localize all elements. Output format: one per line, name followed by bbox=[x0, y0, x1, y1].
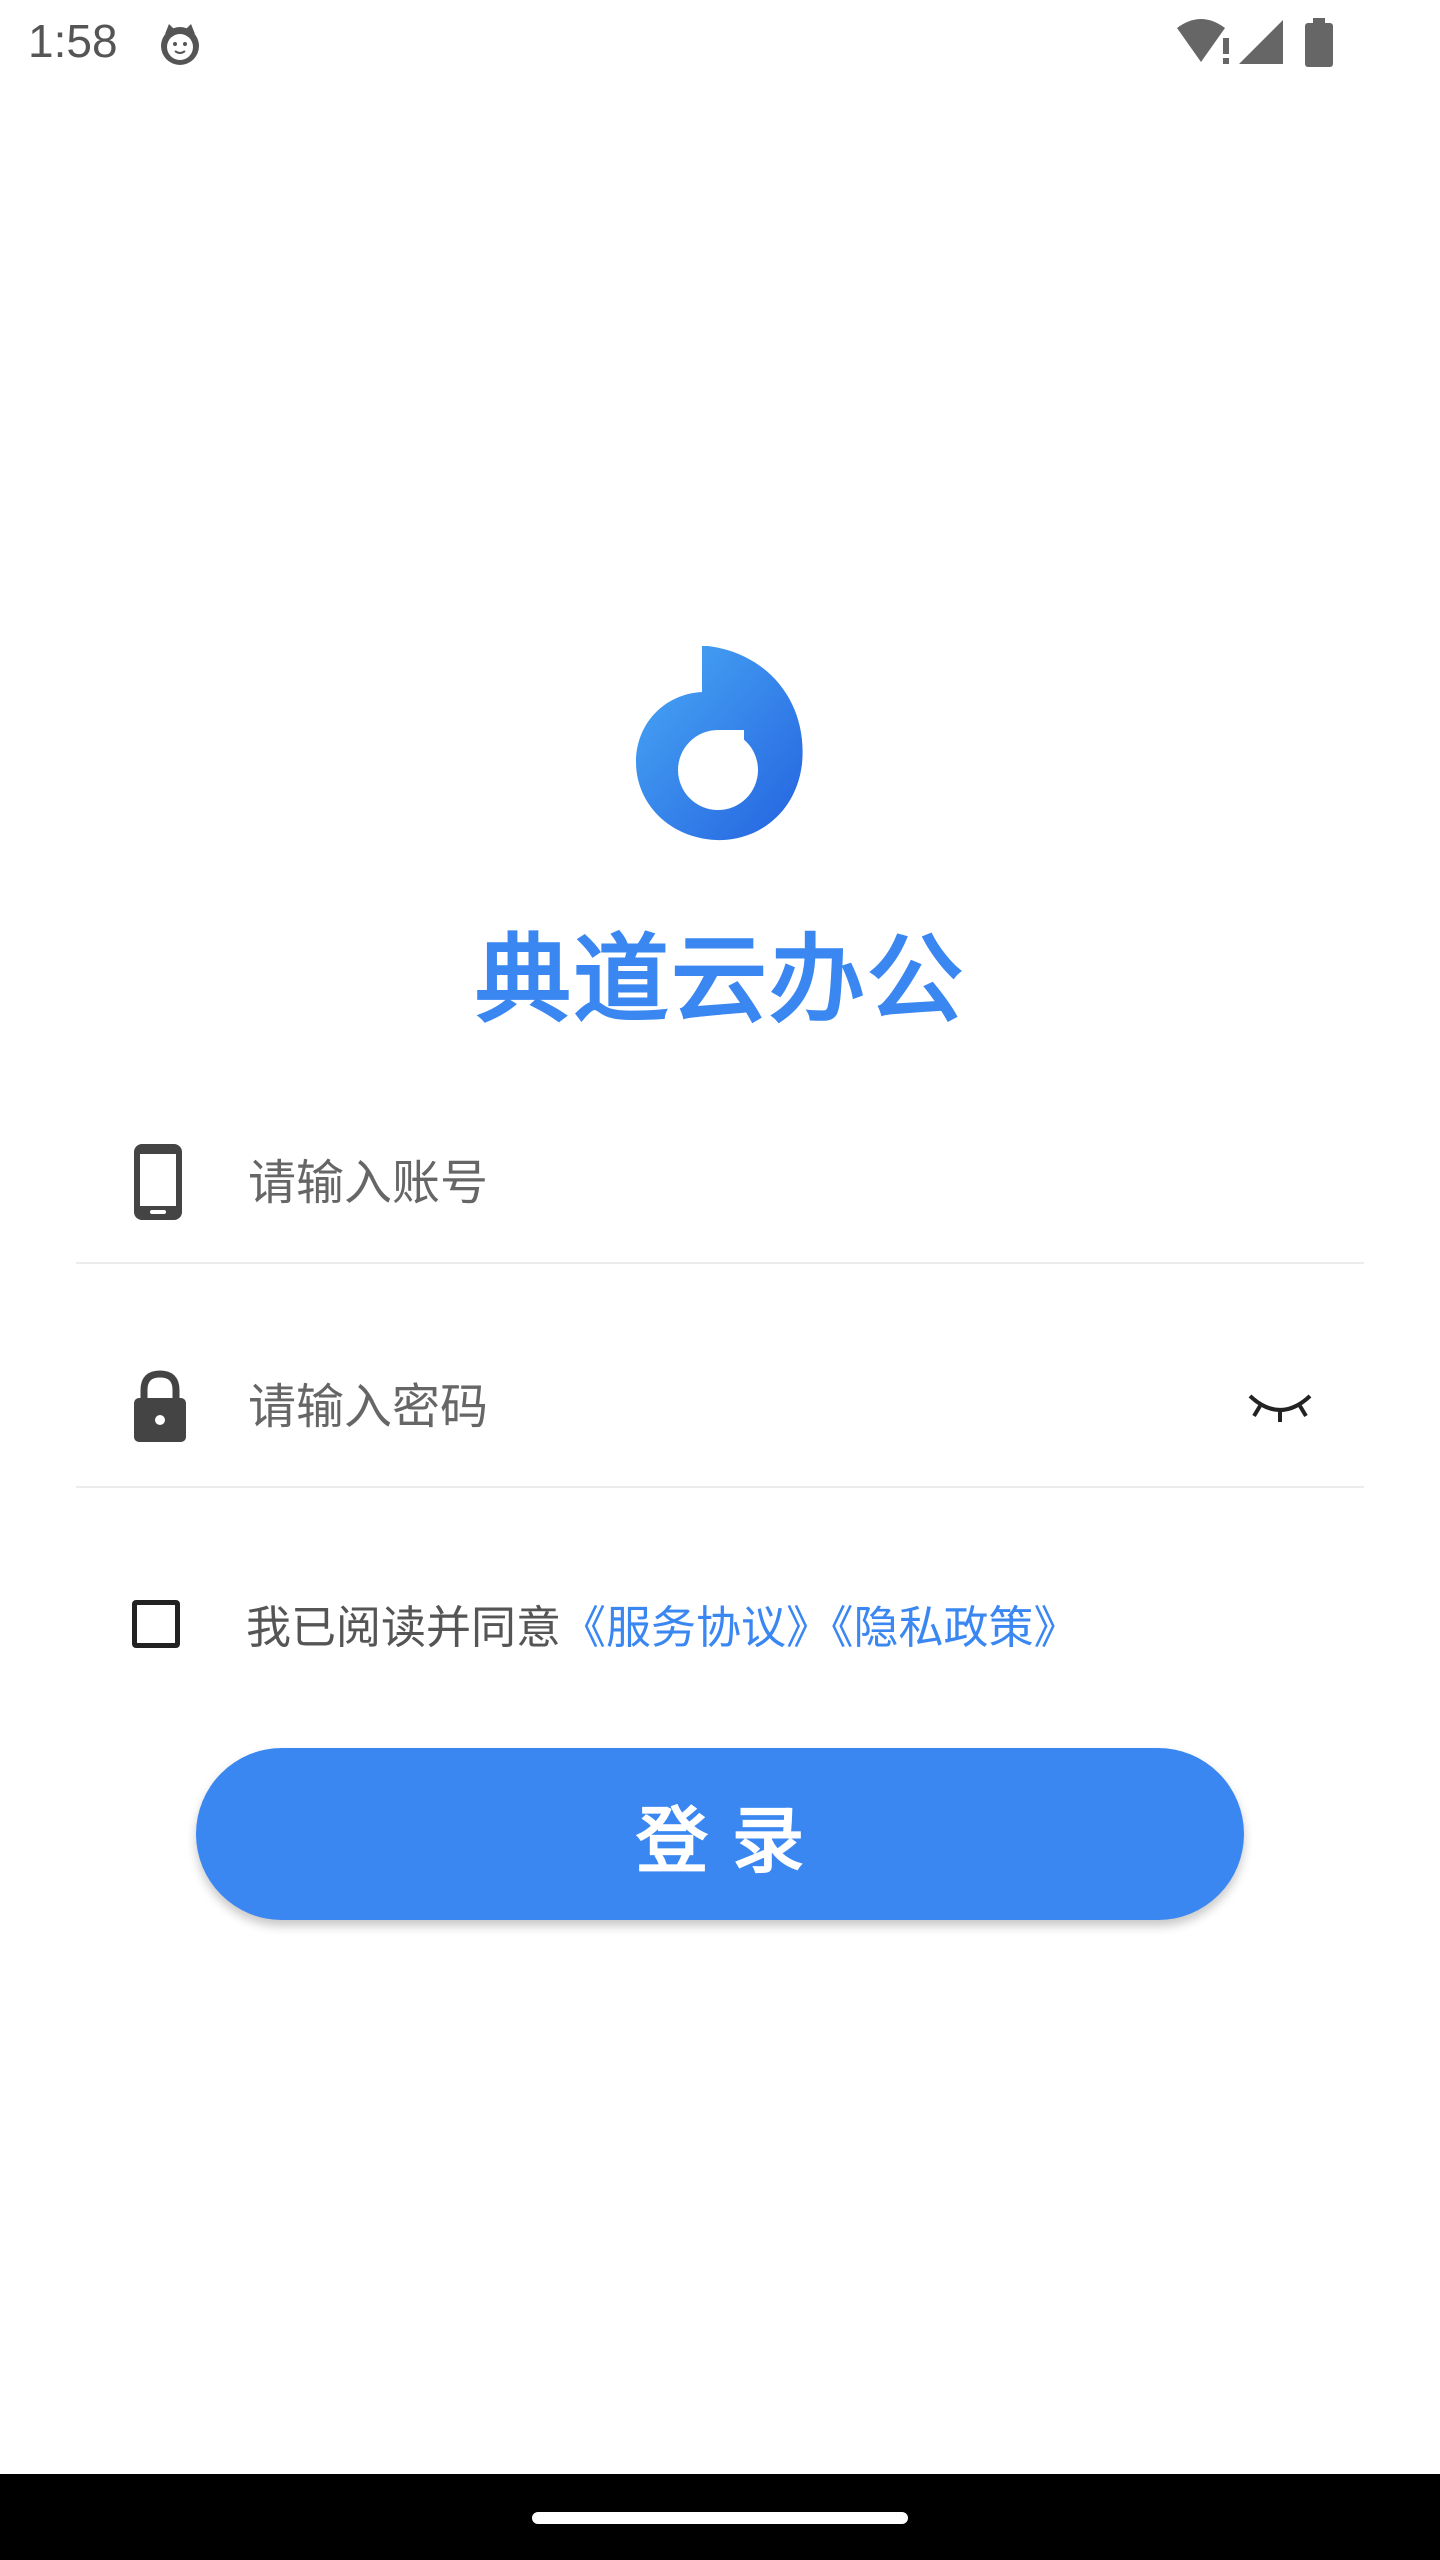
password-field bbox=[76, 1336, 1364, 1488]
agreement-text: 我已阅读并同意《服务协议》《隐私政策》 bbox=[246, 1596, 1079, 1660]
eye-closed-icon[interactable] bbox=[1244, 1384, 1316, 1428]
agreement-row: 我已阅读并同意《服务协议》《隐私政策》 bbox=[132, 1596, 1332, 1666]
phone-icon bbox=[134, 1144, 182, 1220]
password-input[interactable] bbox=[246, 1366, 1150, 1448]
agreement-checkbox[interactable] bbox=[132, 1600, 180, 1648]
account-input[interactable] bbox=[246, 1142, 1150, 1224]
login-button[interactable]: 登录 bbox=[196, 1748, 1244, 1920]
app-logo-icon bbox=[636, 646, 803, 841]
signal-icon bbox=[1239, 20, 1283, 64]
lock-icon bbox=[134, 1370, 186, 1442]
home-handle[interactable] bbox=[532, 2512, 908, 2524]
account-field bbox=[76, 1112, 1364, 1264]
login-screen: 1:58 典道云办公 请输入账号 我已阅读并同意《服务协议》《隐私政策》 登录 bbox=[0, 0, 1440, 2560]
navigation-bar bbox=[0, 2474, 1440, 2560]
cat-face-icon bbox=[161, 24, 199, 65]
status-time: 1:58 bbox=[28, 15, 118, 67]
app-title: 典道云办公 bbox=[475, 924, 965, 1036]
battery-icon bbox=[1305, 18, 1333, 67]
agreement-prefix: 我已阅读并同意 bbox=[246, 1601, 562, 1654]
wifi-alert-icon bbox=[1177, 19, 1229, 64]
service-agreement-link[interactable]: 《服务协议》 bbox=[561, 1601, 831, 1654]
privacy-policy-link[interactable]: 《隐私政策》 bbox=[831, 1601, 1079, 1654]
status-bar: 1:58 bbox=[0, 0, 1440, 86]
status-icons bbox=[1175, 18, 1345, 68]
